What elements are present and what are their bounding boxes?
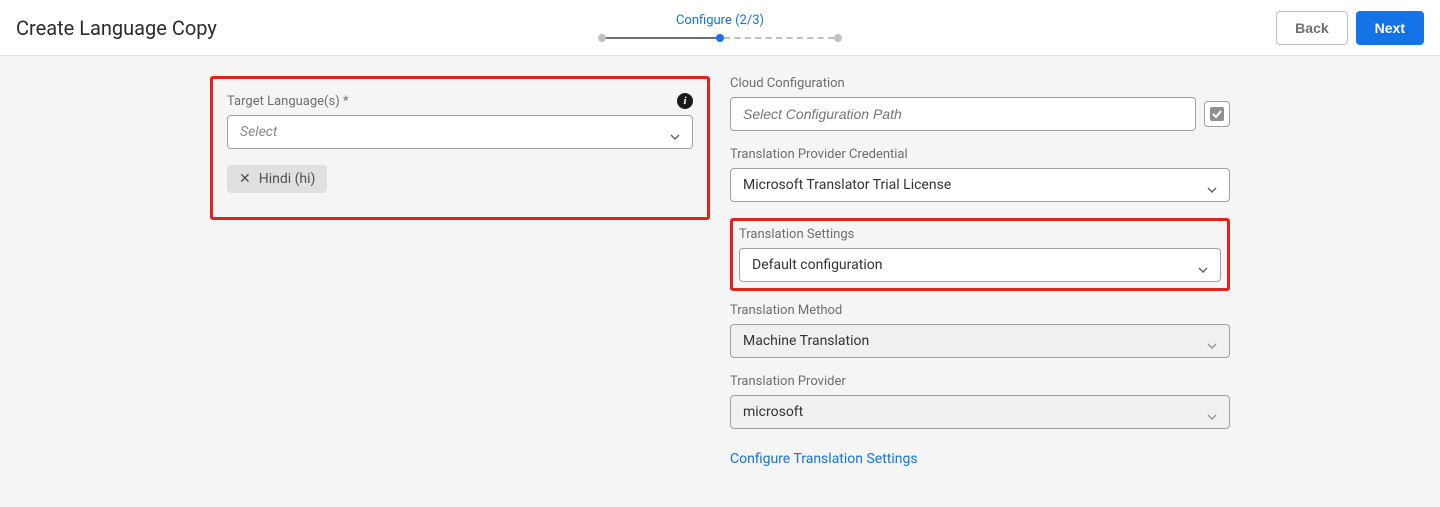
page-title: Create Language Copy [16, 16, 217, 40]
translation-settings-value: Default configuration [752, 257, 882, 273]
step-line-2 [724, 37, 834, 39]
language-chip: ✕ Hindi (hi) [227, 165, 327, 193]
translation-method-select[interactable]: Machine Translation [730, 324, 1230, 358]
next-button[interactable]: Next [1356, 11, 1424, 45]
cloud-config-row [730, 97, 1230, 131]
target-language-label: Target Language(s) * [227, 94, 349, 109]
chevron-down-icon [1198, 260, 1208, 270]
translation-settings-highlight: Translation Settings Default configurati… [730, 218, 1230, 291]
step-dot-3 [834, 34, 842, 42]
main-content: Target Language(s) * i Select ✕ Hindi (h… [0, 56, 1440, 507]
chip-remove-icon[interactable]: ✕ [239, 172, 251, 186]
translation-provider-value: microsoft [743, 404, 803, 420]
cloud-config-check[interactable] [1204, 101, 1230, 127]
target-language-label-row: Target Language(s) * i [227, 93, 693, 109]
cloud-config-label: Cloud Configuration [730, 76, 1230, 91]
info-icon[interactable]: i [677, 93, 693, 109]
translation-provider-field: Translation Provider microsoft [730, 374, 1230, 429]
translation-settings-select[interactable]: Default configuration [739, 248, 1221, 282]
translation-provider-label: Translation Provider [730, 374, 1230, 389]
step-dot-1 [598, 34, 606, 42]
step-line-1 [606, 37, 716, 39]
provider-cred-select[interactable]: Microsoft Translator Trial License [730, 168, 1230, 202]
step-dot-2 [716, 34, 724, 42]
cloud-config-field: Cloud Configuration [730, 76, 1230, 131]
chevron-down-icon [1207, 180, 1217, 190]
chevron-down-icon [670, 127, 680, 137]
provider-cred-label: Translation Provider Credential [730, 147, 1230, 162]
chevron-down-icon [1207, 336, 1217, 346]
cloud-config-input[interactable] [730, 97, 1196, 131]
stepper-bar [598, 34, 842, 42]
translation-method-field: Translation Method Machine Translation [730, 303, 1230, 358]
back-button[interactable]: Back [1276, 11, 1347, 45]
translation-method-label: Translation Method [730, 303, 1230, 318]
language-chip-label: Hindi (hi) [259, 171, 316, 187]
configure-translation-link[interactable]: Configure Translation Settings [730, 451, 918, 467]
translation-settings-label: Translation Settings [739, 227, 1221, 242]
translation-method-value: Machine Translation [743, 333, 869, 349]
translation-settings-field: Translation Settings Default configurati… [739, 227, 1221, 282]
target-language-select[interactable]: Select [227, 115, 693, 149]
target-language-highlight: Target Language(s) * i Select ✕ Hindi (h… [210, 76, 710, 220]
chevron-down-icon [1207, 407, 1217, 417]
stepper-label: Configure (2/3) [676, 13, 764, 28]
translation-provider-select[interactable]: microsoft [730, 395, 1230, 429]
left-column: Target Language(s) * i Select ✕ Hindi (h… [210, 76, 710, 467]
target-language-field: Target Language(s) * i Select ✕ Hindi (h… [227, 93, 693, 193]
provider-cred-value: Microsoft Translator Trial License [743, 177, 951, 193]
header-bar: Create Language Copy Configure (2/3) Bac… [0, 0, 1440, 56]
header-actions: Back Next [1276, 11, 1424, 45]
stepper: Configure (2/3) [598, 13, 842, 42]
right-column: Cloud Configuration Translation Provider… [730, 76, 1230, 467]
target-language-placeholder: Select [240, 124, 277, 140]
provider-cred-field: Translation Provider Credential Microsof… [730, 147, 1230, 202]
